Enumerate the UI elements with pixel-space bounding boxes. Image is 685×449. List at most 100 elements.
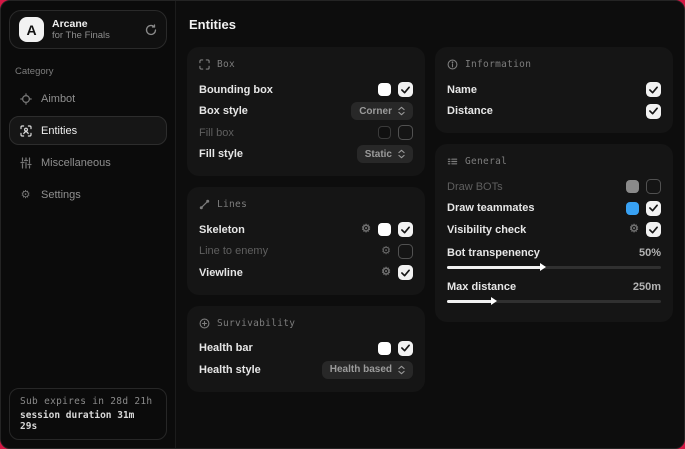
distance-checkbox[interactable] xyxy=(646,104,661,119)
line-icon xyxy=(199,199,210,210)
row-draw-teammates: Draw teammates xyxy=(447,198,661,220)
crosshair-icon xyxy=(19,93,32,105)
health-plus-icon xyxy=(199,318,210,329)
sidebar-item-miscellaneous[interactable]: Miscellaneous xyxy=(9,148,167,177)
row-health-style: Health style Health based xyxy=(199,359,413,381)
gear-icon[interactable]: ⚙ xyxy=(361,224,371,235)
chevrons-up-down-icon xyxy=(398,365,405,375)
row-label: Name xyxy=(447,84,477,96)
dropdown-value: Corner xyxy=(359,106,392,117)
row-label: Viewline xyxy=(199,267,243,279)
bot-transparency-slider[interactable] xyxy=(447,266,661,269)
bounding-box-checkbox[interactable] xyxy=(398,82,413,97)
row-label: Box style xyxy=(199,105,248,117)
dropdown-value: Static xyxy=(365,149,392,160)
list-icon xyxy=(447,156,458,167)
visibility-check-checkbox[interactable] xyxy=(646,222,661,237)
gear-icon[interactable]: ⚙ xyxy=(629,224,639,235)
row-visibility-check: Visibility check ⚙ xyxy=(447,219,661,241)
slider-value: 50% xyxy=(639,247,661,259)
viewline-checkbox[interactable] xyxy=(398,265,413,280)
sidebar-item-settings[interactable]: ⚙ Settings xyxy=(9,180,167,209)
color-swatch[interactable] xyxy=(378,126,391,139)
health-bar-checkbox[interactable] xyxy=(398,341,413,356)
row-draw-bots: Draw BOTs xyxy=(447,176,661,198)
max-distance-slider[interactable] xyxy=(447,300,661,303)
slider-thumb[interactable] xyxy=(540,263,546,271)
sidebar-item-entities[interactable]: Entities xyxy=(9,116,167,145)
row-viewline: Viewline ⚙ xyxy=(199,262,413,284)
sync-icon[interactable] xyxy=(145,24,157,36)
sidebar-item-label: Aimbot xyxy=(41,93,75,105)
gear-icon[interactable]: ⚙ xyxy=(381,267,391,278)
slider-thumb[interactable] xyxy=(491,297,497,305)
app-window: A Arcane for The Finals Category Aimbot xyxy=(0,0,685,449)
max-distance-label-row: Max distance 250m xyxy=(447,277,661,297)
card-title: General xyxy=(465,156,507,167)
row-health-bar: Health bar xyxy=(199,338,413,360)
line-to-enemy-checkbox[interactable] xyxy=(398,244,413,259)
chevrons-up-down-icon xyxy=(398,106,405,116)
sidebar-item-aimbot[interactable]: Aimbot xyxy=(9,84,167,113)
row-box-style: Box style Corner xyxy=(199,101,413,123)
bot-transparency-label-row: Bot transpenency 50% xyxy=(447,243,661,263)
app-name: Arcane xyxy=(52,18,110,30)
info-icon xyxy=(447,59,458,70)
row-label: Skeleton xyxy=(199,224,245,236)
health-style-dropdown[interactable]: Health based xyxy=(322,361,413,379)
color-swatch[interactable] xyxy=(378,83,391,96)
dropdown-value: Health based xyxy=(330,364,392,375)
row-label: Draw teammates xyxy=(447,202,534,214)
card-lines: Lines Skeleton ⚙ Line to enemy xyxy=(187,187,425,295)
sidebar-item-label: Entities xyxy=(41,125,77,137)
row-label: Bounding box xyxy=(199,84,273,96)
color-swatch[interactable] xyxy=(378,342,391,355)
draw-teammates-checkbox[interactable] xyxy=(646,201,661,216)
name-checkbox[interactable] xyxy=(646,82,661,97)
row-label: Visibility check xyxy=(447,224,526,236)
right-column: Information Name Distance xyxy=(435,47,673,392)
session-duration-text: session duration 31m 29s xyxy=(20,410,156,432)
chevrons-up-down-icon xyxy=(398,149,405,159)
sidebar-nav: Aimbot Entities Miscella xyxy=(1,84,175,209)
fill-box-checkbox[interactable] xyxy=(398,125,413,140)
left-column: Box Bounding box Box style xyxy=(187,47,425,392)
color-swatch[interactable] xyxy=(378,223,391,236)
main-content: Entities Box Bounding box xyxy=(176,1,685,448)
row-bounding-box: Bounding box xyxy=(199,79,413,101)
row-label: Health bar xyxy=(199,342,253,354)
row-fill-style: Fill style Static xyxy=(199,144,413,166)
color-swatch[interactable] xyxy=(626,180,639,193)
slider-label: Max distance xyxy=(447,281,516,293)
row-line-to-enemy: Line to enemy ⚙ xyxy=(199,241,413,263)
slider-label: Bot transpenency xyxy=(447,247,540,259)
fill-style-dropdown[interactable]: Static xyxy=(357,145,413,163)
row-distance: Distance xyxy=(447,101,661,123)
subscription-info-card: Sub expires in 28d 21h session duration … xyxy=(9,388,167,440)
gear-icon[interactable]: ⚙ xyxy=(381,246,391,257)
box-style-dropdown[interactable]: Corner xyxy=(351,102,413,120)
card-title: Box xyxy=(217,59,235,70)
sidebar-item-label: Settings xyxy=(41,189,81,201)
draw-bots-checkbox[interactable] xyxy=(646,179,661,194)
app-header-card: A Arcane for The Finals xyxy=(9,10,167,49)
sidebar: A Arcane for The Finals Category Aimbot xyxy=(1,1,176,448)
card-title: Survivability xyxy=(217,318,295,329)
card-title: Lines xyxy=(217,199,247,210)
skeleton-checkbox[interactable] xyxy=(398,222,413,237)
card-information: Information Name Distance xyxy=(435,47,673,133)
card-general: General Draw BOTs Draw teammates xyxy=(435,144,673,322)
sidebar-item-label: Miscellaneous xyxy=(41,157,111,169)
slider-value: 250m xyxy=(633,281,661,293)
gear-icon: ⚙ xyxy=(19,188,32,201)
row-fill-box: Fill box xyxy=(199,122,413,144)
app-subtitle: for The Finals xyxy=(52,30,110,41)
page-title: Entities xyxy=(189,17,673,32)
sub-expiry-text: Sub expires in 28d 21h xyxy=(20,396,156,407)
color-swatch[interactable] xyxy=(626,202,639,215)
row-skeleton: Skeleton ⚙ xyxy=(199,219,413,241)
box-corners-icon xyxy=(199,59,210,70)
row-label: Fill style xyxy=(199,148,243,160)
row-name: Name xyxy=(447,79,661,101)
row-label: Health style xyxy=(199,364,261,376)
